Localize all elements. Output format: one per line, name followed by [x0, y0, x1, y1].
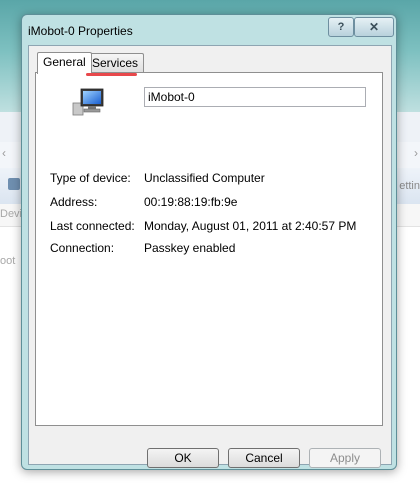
address-label: Address:: [50, 195, 98, 209]
connection-label: Connection:: [50, 241, 115, 255]
type-label: Type of device:: [50, 171, 131, 185]
close-button[interactable]: ✕: [354, 17, 394, 37]
tab-services[interactable]: Services: [86, 53, 145, 73]
type-value: Unclassified Computer: [144, 171, 265, 185]
cancel-button[interactable]: Cancel: [228, 448, 300, 468]
general-tab-panel: Type of device: Unclassified Computer Ad…: [35, 72, 383, 426]
properties-dialog: iMobot-0 Properties ? ✕ General Services: [21, 14, 397, 470]
tab-general[interactable]: General: [37, 52, 92, 74]
dialog-client-area: General Services Type of device: Unclass: [28, 45, 392, 468]
background-bluetooth-text: oot: [0, 255, 16, 267]
apply-button[interactable]: Apply: [309, 448, 381, 468]
last-connected-value: Monday, August 01, 2011 at 2:40:57 PM: [144, 219, 357, 233]
chevron-left-icon: ‹: [2, 146, 6, 160]
background-devices-text: Devi: [0, 208, 23, 220]
ok-button[interactable]: OK: [147, 448, 219, 468]
services-highlight-underline: [86, 73, 137, 76]
device-name-field[interactable]: [144, 87, 366, 107]
last-connected-label: Last connected:: [50, 219, 135, 233]
help-button[interactable]: ?: [328, 17, 354, 37]
device-icon: [8, 178, 20, 190]
address-value: 00:19:88:19:fb:9e: [144, 195, 238, 209]
connection-value: Passkey enabled: [144, 241, 236, 255]
title-bar[interactable]: iMobot-0 Properties ? ✕: [22, 15, 396, 45]
chevron-right-icon: ›: [414, 146, 418, 160]
computer-icon: [72, 88, 104, 116]
dialog-title: iMobot-0 Properties: [28, 24, 133, 38]
background-settings-text: ettin: [399, 180, 420, 192]
